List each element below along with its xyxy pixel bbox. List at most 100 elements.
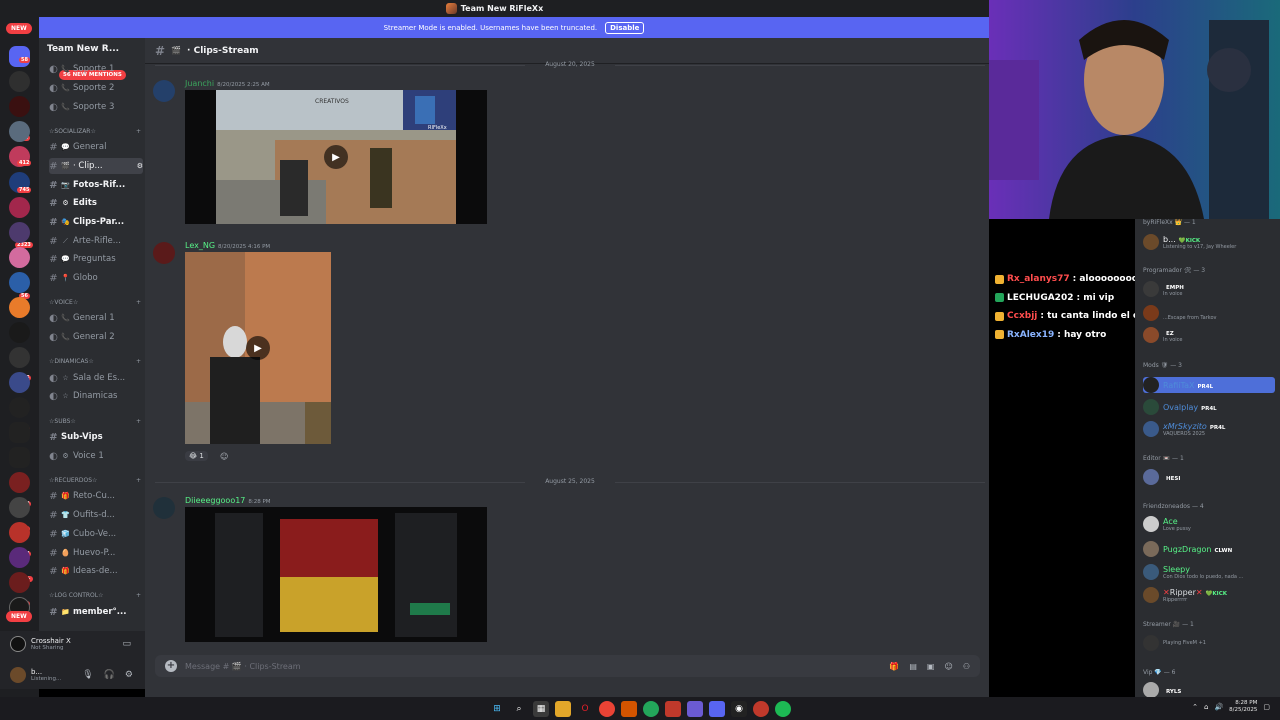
- play-icon[interactable]: ▶: [246, 336, 270, 360]
- server-header[interactable]: Team New R...: [47, 44, 119, 54]
- category-header[interactable]: ☆LOG CONTROL☆ +: [49, 592, 141, 599]
- member-item[interactable]: RafiiTaX PR4L: [1143, 377, 1275, 393]
- new-indicator-bottom[interactable]: NEW: [6, 611, 32, 622]
- channel-item[interactable]: # 🥚 Huevo-P...: [49, 545, 143, 561]
- channel-item[interactable]: # Sub-Vips: [49, 429, 143, 445]
- server-icon-17[interactable]: [9, 447, 30, 468]
- windows-start-icon[interactable]: ⊞: [489, 701, 505, 717]
- chrome-icon[interactable]: [599, 700, 615, 717]
- video-attachment[interactable]: RIFleXx CREATIVOS ▶: [185, 90, 487, 224]
- new-indicator-top[interactable]: NEW: [6, 23, 32, 34]
- discord-icon[interactable]: [709, 700, 725, 717]
- play-icon[interactable]: ▶: [324, 145, 348, 169]
- server-icon-16[interactable]: [9, 422, 30, 443]
- server-icon-3[interactable]: [9, 96, 30, 117]
- server-icon-4[interactable]: [9, 121, 30, 142]
- file-explorer-icon[interactable]: [555, 700, 571, 717]
- volume-icon[interactable]: 🔊: [1214, 703, 1223, 711]
- category-header[interactable]: ☆SUBS☆ +: [49, 418, 141, 425]
- add-reaction-icon[interactable]: ☺: [220, 452, 228, 461]
- chevron-up-icon[interactable]: ⌃: [1192, 703, 1198, 711]
- teams-icon[interactable]: [687, 700, 703, 717]
- activity-row[interactable]: Crosshair X Not Sharing: [10, 636, 71, 652]
- server-icon-22[interactable]: [9, 572, 30, 593]
- member-item[interactable]: Playing FiveM +1: [1143, 635, 1206, 651]
- network-icon[interactable]: ⌂: [1204, 703, 1208, 711]
- headphones-icon[interactable]: 🎧: [104, 670, 115, 680]
- server-icon-14[interactable]: [9, 372, 30, 393]
- channel-item[interactable]: ◐ 📞 Soporte 2: [49, 80, 143, 96]
- channel-item[interactable]: # 🎁 Reto-Cu...: [49, 488, 143, 504]
- apps-icon[interactable]: ⚇: [963, 662, 970, 671]
- channel-item[interactable]: ◐ 📞 Soporte 3: [49, 99, 143, 115]
- reaction-chip[interactable]: 😂 1: [185, 451, 208, 461]
- app-icon[interactable]: [665, 700, 681, 717]
- emoji-icon[interactable]: ☺: [944, 662, 952, 671]
- channel-item[interactable]: # 👕 Oufits-d...: [49, 507, 143, 523]
- member-item[interactable]: ✕Ripper✕ 💚KICK Ripperrrrr: [1143, 587, 1227, 603]
- server-icon-7[interactable]: [9, 197, 30, 218]
- gif-icon[interactable]: ▤: [909, 662, 917, 671]
- spotify-icon[interactable]: [775, 700, 791, 717]
- channel-item[interactable]: ◐ ☆ Dinamicas: [49, 388, 143, 404]
- channel-item[interactable]: ◐ ☆ Sala de Es...: [49, 370, 143, 386]
- member-item[interactable]: ...Escape from Tarkov: [1143, 305, 1217, 321]
- member-item[interactable]: HESI: [1143, 469, 1180, 485]
- author-name[interactable]: Juanchi: [185, 79, 214, 88]
- category-header[interactable]: ☆DINAMICAS☆ +: [49, 358, 141, 365]
- video-attachment[interactable]: ▶: [185, 252, 331, 444]
- category-header[interactable]: ☆RECUERDOS☆ +: [49, 477, 141, 484]
- channel-item[interactable]: # 📍 Globo: [49, 270, 143, 286]
- author-name[interactable]: Lex_NG: [185, 241, 215, 250]
- video-attachment[interactable]: [185, 507, 487, 642]
- server-icon-19[interactable]: [9, 497, 30, 518]
- server-icon-9[interactable]: [9, 247, 30, 268]
- channel-item[interactable]: # 💬 General: [49, 139, 143, 155]
- gear-icon[interactable]: ⚙: [125, 670, 133, 680]
- server-icon-21[interactable]: [9, 547, 30, 568]
- add-channel-icon[interactable]: +: [136, 592, 141, 599]
- sticker-icon[interactable]: ▣: [927, 662, 935, 671]
- app-icon[interactable]: [753, 700, 769, 717]
- server-icon-20[interactable]: [9, 522, 30, 543]
- channel-item[interactable]: # 🎭 Clips-Par...: [49, 214, 143, 230]
- server-icon-15[interactable]: [9, 397, 30, 418]
- member-item[interactable]: Sleepy Con Dios todo lo puedo, nada ...: [1143, 564, 1243, 580]
- category-header[interactable]: ☆VOICE☆ +: [49, 299, 141, 306]
- channel-item[interactable]: # 📁 member°...: [49, 604, 143, 620]
- channel-item[interactable]: ◐ 📞 General 2: [49, 329, 143, 345]
- opera-icon[interactable]: O: [577, 701, 593, 717]
- channel-item[interactable]: # 🎁 Ideas-de...: [49, 563, 143, 579]
- channel-item[interactable]: # 💬 Preguntas: [49, 251, 143, 267]
- channel-item[interactable]: # 📷 Fotos-Rif...: [49, 177, 143, 193]
- add-channel-icon[interactable]: +: [136, 299, 141, 306]
- server-icon-8[interactable]: [9, 222, 30, 243]
- add-channel-icon[interactable]: +: [136, 418, 141, 425]
- channel-item[interactable]: ◐ ⚙ Voice 1: [49, 448, 143, 464]
- microphone-icon[interactable]: 🎙: [82, 670, 93, 680]
- settings-gear-icon[interactable]: ⚙: [137, 162, 143, 170]
- store-icon[interactable]: ▦: [533, 700, 549, 717]
- whatsapp-icon[interactable]: [643, 700, 659, 717]
- screen-share-icon[interactable]: ▭: [122, 639, 131, 649]
- add-channel-icon[interactable]: +: [136, 477, 141, 484]
- user-row[interactable]: b... Listening...: [10, 667, 61, 683]
- notifications-icon[interactable]: ▢: [1263, 703, 1270, 711]
- server-icon-18[interactable]: [9, 472, 30, 493]
- add-channel-icon[interactable]: +: [136, 128, 141, 135]
- member-item[interactable]: Ovalplay PR4L: [1143, 399, 1217, 415]
- disable-streamer-mode-button[interactable]: Disable: [605, 21, 645, 34]
- search-icon[interactable]: ⌕: [511, 701, 527, 717]
- channel-item[interactable]: ◐ 📞 Soporte 1: [49, 61, 143, 77]
- gift-icon[interactable]: 🎁: [889, 662, 899, 671]
- message-composer[interactable]: + Message # 🎬 · Clips-Stream 🎁 ▤ ▣ ☺ ⚇: [155, 655, 980, 677]
- app-icon[interactable]: [621, 700, 637, 717]
- avatar[interactable]: [153, 242, 175, 264]
- server-icon-11[interactable]: [9, 297, 30, 318]
- obs-icon[interactable]: ◉: [731, 700, 747, 717]
- avatar[interactable]: [153, 497, 175, 519]
- channel-item[interactable]: # 🧊 Cubo-Ve...: [49, 526, 143, 542]
- member-item[interactable]: RYLS: [1143, 682, 1181, 698]
- add-attachment-button[interactable]: +: [165, 660, 177, 672]
- channel-item[interactable]: ◐ 📞 General 1: [49, 310, 143, 326]
